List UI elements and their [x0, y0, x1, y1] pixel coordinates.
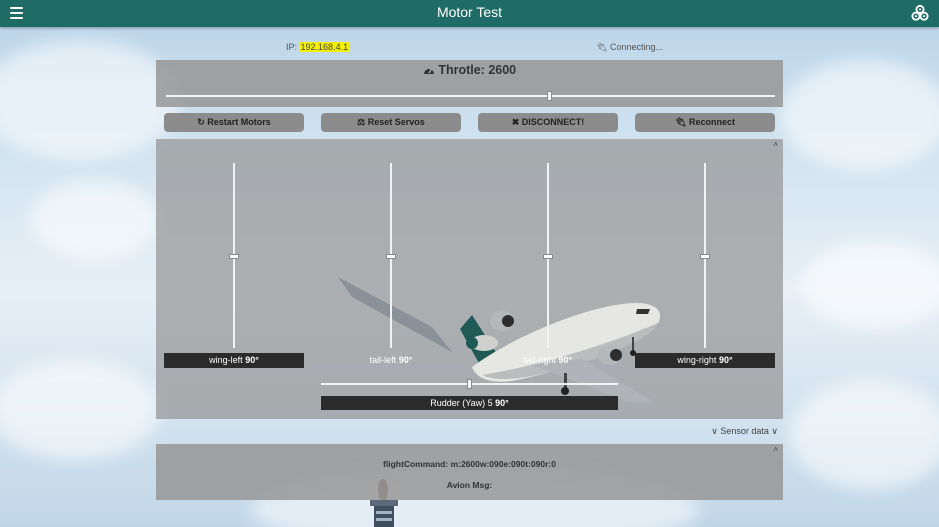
servo-name: wing-right	[677, 355, 719, 365]
servo-thumb-tail-left[interactable]	[386, 253, 396, 259]
reconnect-label: Reconnect	[688, 117, 735, 127]
close-icon: ✖	[511, 117, 520, 127]
rudder-name: Rudder (Yaw) 5	[430, 398, 496, 408]
connection-status: 🔌︎ Connecting...	[596, 42, 663, 53]
servo-name: wing-left	[209, 355, 246, 365]
balance-scale-icon: ⚖︎	[357, 117, 366, 127]
restart-motors-button[interactable]: ↻ Restart Motors	[164, 113, 304, 132]
flight-command-text: flightCommand: m:2600w:090e:090t:090r:0	[383, 459, 556, 469]
throttle-label: Throtle: 2600	[438, 63, 517, 77]
servo-label-wing-right: wing-right 90°	[635, 353, 775, 368]
plug-icon: 🔌︎	[675, 117, 687, 127]
throttle-heading: Throtle: 2600	[156, 63, 783, 77]
servo-angle: 90°	[245, 355, 259, 365]
page-title: Motor Test	[436, 4, 503, 20]
ip-label: IP:	[286, 42, 298, 52]
action-buttons: ↻ Restart Motors ⚖︎ Reset Servos ✖ DISCO…	[156, 113, 783, 132]
throttle-slider-track[interactable]	[166, 95, 775, 97]
collapse-servo-panel-icon[interactable]: ˄	[773, 140, 778, 149]
airplane-image	[338, 277, 661, 402]
ip-address: IP: 192.168.4.1	[286, 42, 350, 52]
servo-label-wing-left: wing-left 90°	[164, 353, 304, 368]
reset-servos-button[interactable]: ⚖︎ Reset Servos	[321, 113, 461, 132]
servo-angle: 90°	[398, 355, 413, 365]
servo-thumb-wing-right[interactable]	[700, 253, 710, 259]
double-chevron-down-icon: ∨	[771, 426, 778, 436]
servo-label-tail-left: tail-left 90°	[321, 353, 461, 368]
servo-name: tail-right	[523, 355, 559, 365]
reconnect-button[interactable]: 🔌︎ Reconnect	[635, 113, 775, 132]
servo-thumb-tail-right[interactable]	[543, 253, 553, 259]
reset-servos-label: Reset Servos	[367, 117, 425, 127]
sensor-data-toggle[interactable]: ∨ Sensor data ∨	[711, 426, 778, 437]
plug-icon: 🔌︎	[596, 42, 608, 52]
servo-label-tail-right: tail-right 90°	[478, 353, 618, 368]
throttle-slider-thumb[interactable]	[546, 91, 552, 101]
rudder-slider-thumb[interactable]	[466, 379, 472, 389]
double-chevron-down-icon: ∨	[711, 426, 718, 436]
avion-msg-text: Avion Msg:	[446, 480, 493, 490]
servo-name: tail-left	[369, 355, 399, 365]
throttle-panel: Throtle: 2600	[156, 60, 783, 107]
connection-status-text: Connecting...	[609, 42, 663, 52]
servo-thumb-wing-left[interactable]	[229, 253, 239, 259]
refresh-icon: ↻	[197, 117, 205, 127]
dashboard-gauge-icon	[423, 68, 434, 74]
servo-angle: 90°	[718, 355, 733, 365]
app-header: Motor Test	[0, 0, 939, 27]
disconnect-label: DISCONNECT!	[521, 117, 585, 127]
status-row: IP: 192.168.4.1 🔌︎ Connecting...	[156, 42, 783, 56]
rudder-angle: 90°	[495, 398, 509, 408]
flight-info-panel: ˄ flightCommand: m:2600w:090e:090t:090r:…	[156, 444, 783, 500]
cogs-logo-icon[interactable]	[911, 4, 929, 22]
collapse-info-panel-icon[interactable]: ˄	[773, 445, 778, 454]
ip-value: 192.168.4.1	[299, 42, 350, 52]
servo-panel: ˄ wing-left 90° tail-left 90° tail-right…	[156, 139, 783, 419]
sensor-data-label: Sensor data	[717, 426, 772, 436]
rudder-label: Rudder (Yaw) 5 90°	[321, 396, 618, 410]
restart-motors-label: Restart Motors	[207, 117, 271, 127]
disconnect-button[interactable]: ✖ DISCONNECT!	[478, 113, 618, 132]
servo-angle: 90°	[558, 355, 573, 365]
